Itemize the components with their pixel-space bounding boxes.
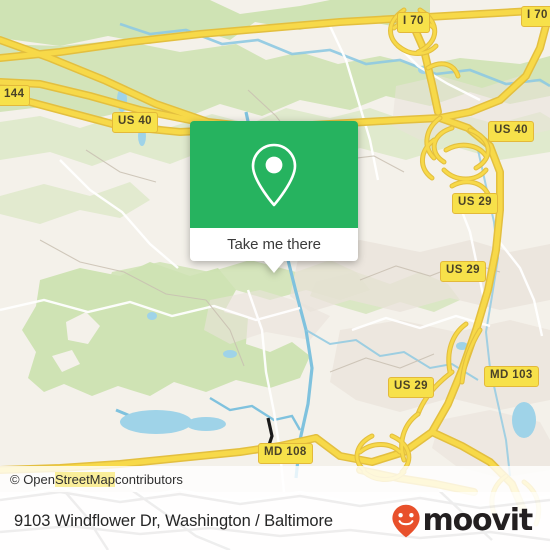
shield-us29-b: US 29: [440, 261, 486, 282]
popup-pointer-tail: [264, 261, 284, 273]
destination-popup-card[interactable]: Take me there: [190, 121, 358, 273]
map-screenshot: I 70 I 70 144 US 40 US 40 US 29 US 29 US…: [0, 0, 550, 550]
shield-md108: MD 108: [258, 443, 313, 464]
shield-us40-b: US 40: [488, 121, 534, 142]
moovit-brand[interactable]: moovit: [391, 503, 534, 538]
take-me-there-label: Take me there: [227, 236, 321, 253]
shield-us29-a: US 29: [452, 193, 498, 214]
shield-144: 144: [0, 85, 31, 106]
map-pin-icon: [251, 143, 297, 206]
popup-header: [190, 121, 358, 228]
attribution-suffix: contributors: [114, 471, 183, 487]
footer-bar: 9103 Windflower Dr, Washington / Baltimo…: [0, 492, 550, 550]
shield-us29-c: US 29: [388, 377, 434, 398]
shield-i70-a: I 70: [397, 12, 430, 33]
moovit-pin-smiley-icon: [391, 504, 420, 538]
shield-i70-b: I 70: [521, 6, 550, 27]
address-label: 9103 Windflower Dr, Washington / Baltimo…: [14, 511, 333, 530]
osm-attribution-bar: © Open StreetMap contributors: [0, 466, 550, 492]
popup-footer[interactable]: Take me there: [190, 228, 358, 273]
attribution-link[interactable]: StreetMap: [55, 471, 115, 487]
shield-md103: MD 103: [484, 366, 539, 387]
attribution-prefix: © Open: [10, 471, 55, 487]
moovit-wordmark: moovit: [422, 503, 534, 538]
shield-us40-a: US 40: [112, 112, 158, 133]
